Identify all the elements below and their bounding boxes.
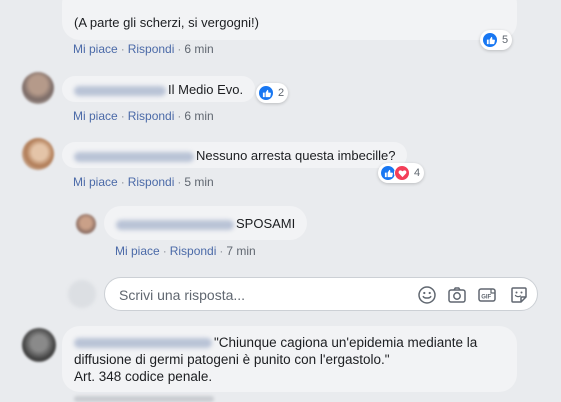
- timestamp[interactable]: 6 min: [184, 42, 213, 56]
- reaction-summary[interactable]: 5: [480, 30, 513, 50]
- timestamp[interactable]: 5 min: [184, 175, 213, 189]
- love-reaction-icon: [394, 165, 410, 181]
- timestamp[interactable]: 7 min: [226, 244, 255, 258]
- reply-link[interactable]: Rispondi: [170, 244, 217, 258]
- avatar[interactable]: [22, 138, 54, 170]
- comment-text: Il Medio Evo.: [168, 82, 244, 97]
- comment-actions: Mi piace · Rispondi · 6 min: [73, 109, 214, 123]
- camera-icon[interactable]: [447, 285, 467, 305]
- like-link[interactable]: Mi piace: [73, 109, 118, 123]
- sticker-icon[interactable]: [509, 285, 529, 305]
- comment-bubble: Il Medio Evo.: [62, 76, 256, 102]
- gif-icon[interactable]: GIF: [477, 285, 497, 305]
- reply-link[interactable]: Rispondi: [128, 109, 175, 123]
- comment-text-line: Art. 348 codice penale.: [74, 369, 213, 384]
- reply-link[interactable]: Rispondi: [128, 42, 175, 56]
- like-reaction-icon: [482, 32, 498, 48]
- author-name-blurred[interactable]: [74, 151, 194, 162]
- comment-actions: Mi piace · Rispondi · 5 min: [73, 175, 214, 189]
- comment-text-line: diffusione di germi patogeni è punito co…: [74, 352, 390, 367]
- current-user-avatar: [68, 280, 96, 308]
- reply-actions: Mi piace · Rispondi · 7 min: [115, 244, 256, 258]
- comment-text-line: "Chiunque cagiona un'epidemia mediante l…: [214, 335, 478, 350]
- reply-input[interactable]: [117, 285, 401, 305]
- comment-text: (A parte gli scherzi, si vergogni!): [74, 15, 259, 30]
- reaction-summary[interactable]: 2: [256, 83, 289, 103]
- like-reaction-icon: [258, 85, 274, 101]
- comment-actions: Mi piace · Rispondi · 6 min: [73, 42, 214, 56]
- reaction-count: 5: [502, 34, 509, 46]
- comment-bubble: "Chiunque cagiona un'epidemia mediante l…: [62, 326, 517, 392]
- reply-bubble: SPOSAMI: [104, 206, 308, 240]
- reply-text: SPOSAMI: [236, 216, 296, 231]
- comment-bubble: (A parte gli scherzi, si vergogni!): [62, 0, 517, 40]
- truncated-actions-blur: [74, 396, 214, 402]
- reaction-summary[interactable]: 4: [378, 163, 425, 183]
- emoji-icon[interactable]: [417, 285, 437, 305]
- like-link[interactable]: Mi piace: [73, 42, 118, 56]
- author-name-blurred[interactable]: [74, 85, 166, 96]
- reply-link[interactable]: Rispondi: [128, 175, 175, 189]
- comment-text: Nessuno arresta questa imbecille?: [196, 148, 396, 163]
- comment-bubble: Nessuno arresta questa imbecille?: [62, 142, 408, 168]
- reaction-count: 2: [278, 87, 285, 99]
- svg-text:GIF: GIF: [481, 295, 491, 301]
- avatar[interactable]: [22, 328, 56, 362]
- reply-composer[interactable]: GIF: [104, 277, 538, 311]
- author-name-blurred[interactable]: [74, 338, 212, 349]
- timestamp[interactable]: 6 min: [184, 109, 213, 123]
- avatar[interactable]: [22, 72, 54, 104]
- author-name-blurred[interactable]: [116, 219, 234, 230]
- like-link[interactable]: Mi piace: [115, 244, 160, 258]
- like-link[interactable]: Mi piace: [73, 175, 118, 189]
- reaction-count: 4: [414, 167, 421, 179]
- avatar[interactable]: [76, 214, 96, 234]
